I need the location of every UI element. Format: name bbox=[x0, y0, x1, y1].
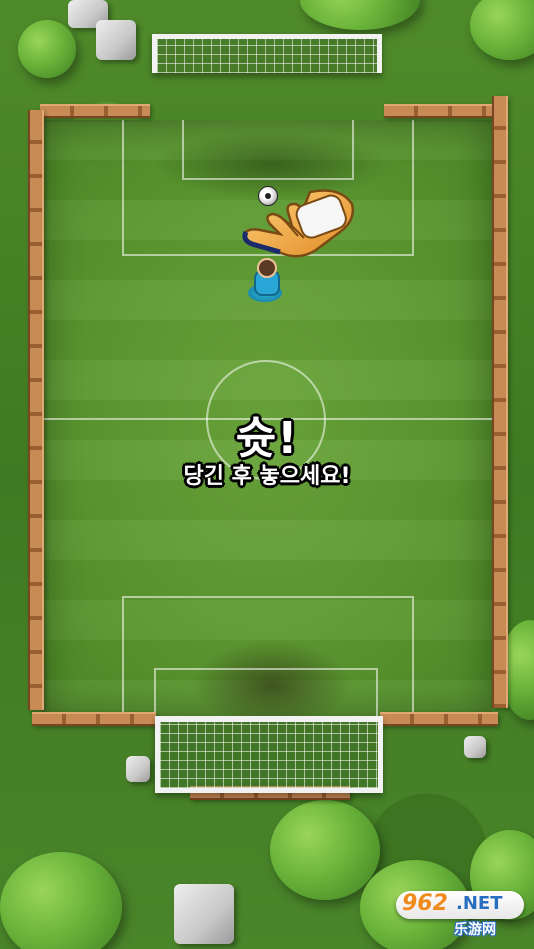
rock bbox=[174, 884, 234, 944]
watermark-subtitle: 乐游网 bbox=[454, 922, 496, 938]
fence-top-right bbox=[384, 104, 500, 118]
rock bbox=[464, 736, 486, 758]
fence-bottom-right bbox=[380, 712, 498, 726]
tree bbox=[300, 0, 420, 30]
fence-top-left bbox=[40, 104, 150, 118]
shoot-title: 슛! bbox=[235, 413, 299, 464]
watermark-suffix: .NET bbox=[456, 893, 503, 914]
goalkeeper-glove-icon bbox=[240, 186, 356, 268]
tree bbox=[18, 20, 76, 78]
tree bbox=[470, 0, 534, 60]
watermark-number: 962 bbox=[402, 891, 448, 916]
glove-graphic bbox=[242, 189, 354, 258]
game-scene[interactable]: 슛! 당긴 후 놓으세요! 962 .NET 乐游网 bbox=[0, 0, 534, 949]
pull-release-instruction: 당긴 후 놓으세요! bbox=[183, 464, 351, 489]
goal-bottom bbox=[155, 716, 383, 793]
fence-bottom-left bbox=[32, 712, 156, 726]
rock bbox=[96, 20, 136, 60]
tree bbox=[0, 852, 122, 949]
goal-top bbox=[152, 34, 382, 73]
tree bbox=[270, 800, 380, 900]
rock bbox=[126, 756, 150, 782]
goal-area-top bbox=[182, 120, 354, 180]
goal-area-bottom bbox=[154, 668, 378, 720]
site-watermark: 962 .NET 乐游网 bbox=[396, 889, 524, 939]
